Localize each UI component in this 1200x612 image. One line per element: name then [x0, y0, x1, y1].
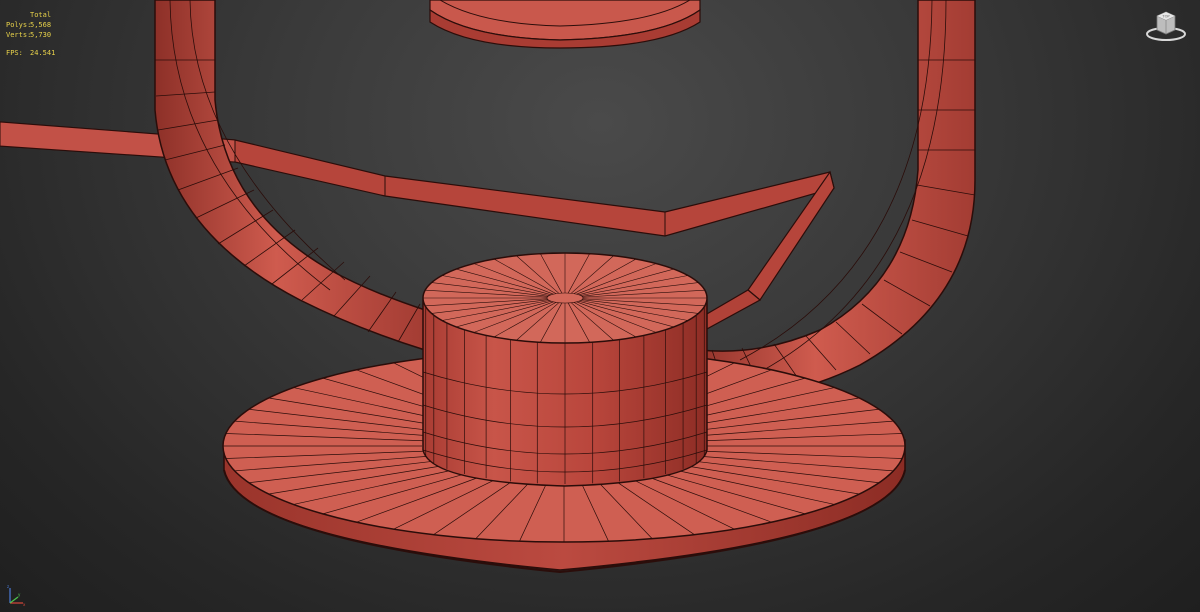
viewport-statistics: Total Polys: 5,568 Verts: 5,730 FPS: 24.…: [6, 10, 55, 58]
viewcube-label: TOP: [1161, 15, 1170, 19]
wire-bar-mesh[interactable]: [0, 121, 835, 331]
scene-render[interactable]: [0, 0, 1200, 612]
verts-row: Verts: 5,730: [6, 30, 55, 40]
polys-value: 5,568: [30, 21, 52, 29]
axis-tripod-icon: z x y: [7, 584, 26, 607]
fps-value: 24.541: [30, 49, 56, 57]
3d-viewport[interactable]: Total Polys: 5,568 Verts: 5,730 FPS: 24.…: [0, 0, 1200, 612]
stats-header-row: Total: [6, 10, 55, 20]
verts-value: 5,730: [30, 31, 52, 39]
stats-header: Total: [30, 11, 52, 19]
polys-row: Polys: 5,568: [6, 20, 55, 30]
fps-label: FPS:: [6, 49, 23, 57]
center-cylinder-mesh[interactable]: [422, 252, 708, 487]
axis-x-label: x: [23, 602, 26, 607]
verts-label: Verts:: [6, 31, 32, 39]
polys-label: Polys:: [6, 21, 32, 29]
fps-row: FPS: 24.541: [6, 48, 55, 58]
top-lid-mesh[interactable]: [429, 0, 701, 49]
axis-z-label: z: [7, 584, 9, 589]
viewcube-icon[interactable]: TOP: [1144, 8, 1188, 44]
axis-y-label: y: [18, 592, 21, 597]
